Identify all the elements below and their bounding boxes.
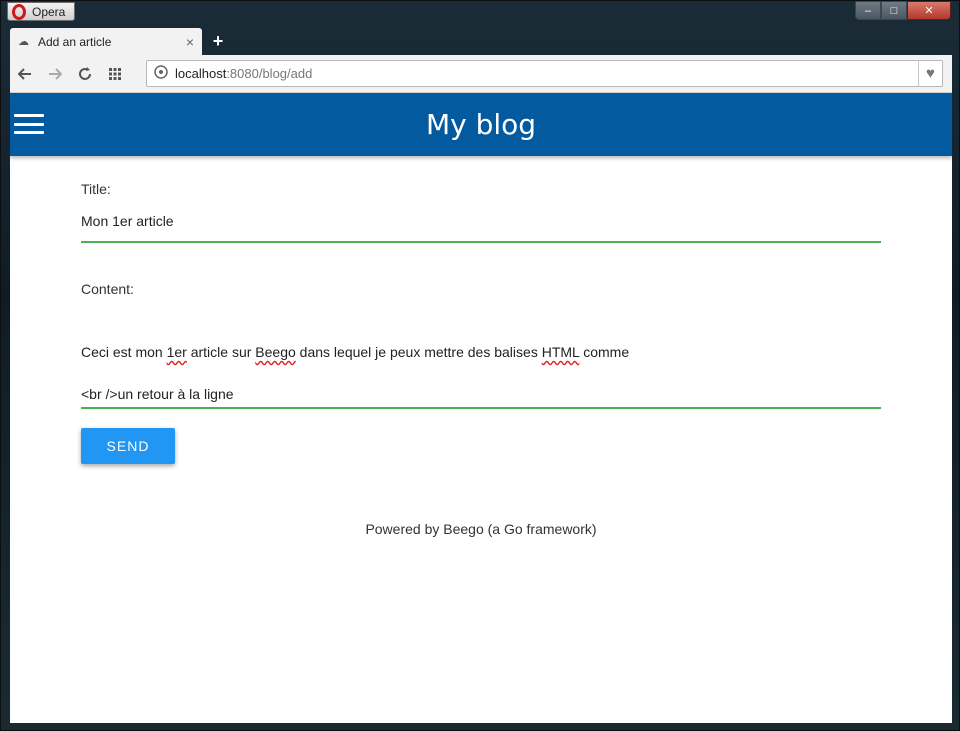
maximize-button[interactable]: □ [881,1,907,20]
url-host: localhost [175,66,227,81]
opera-menu-label: Opera [32,4,66,19]
url-path: :8080/blog/add [226,66,313,81]
footer-text: Powered by Beego (a Go framework) [365,521,597,537]
content-line-2: <br />un retour à la ligne [81,386,234,402]
title-label: Title: [81,181,111,197]
page-title: My blog [425,108,537,141]
content-textarea[interactable]: Ceci est mon 1er article sur Beego dans … [81,321,881,409]
hamburger-menu-icon[interactable] [14,112,44,136]
speed-dial-icon[interactable] [100,59,130,89]
tab-title: Add an article [38,34,112,49]
back-icon[interactable] [10,59,40,89]
send-button[interactable]: SEND [81,428,175,464]
tab-close-icon[interactable]: × [186,34,194,50]
content-label: Content: [81,281,134,297]
tab-add-article[interactable]: ☁ Add an article × [10,28,202,55]
bookmark-heart-icon[interactable]: ♥ [918,61,942,86]
tab-favicon-icon: ☁ [18,35,29,48]
opera-menu-button[interactable]: Opera [7,2,75,21]
web-page: My blog Title: Mon 1er article Content: … [10,93,952,723]
forward-icon[interactable] [40,59,70,89]
site-info-icon[interactable] [147,65,175,82]
close-window-button[interactable]: ✕ [907,1,951,20]
address-bar[interactable]: localhost:8080/blog/add ♥ [146,60,943,87]
window-controls: – □ ✕ [855,1,951,21]
content-line-1: Ceci est mon 1er article sur Beego dans … [81,344,630,360]
opera-logo-icon [12,3,26,20]
app-bar: My blog [10,93,952,156]
reload-icon[interactable] [70,59,100,89]
title-input[interactable]: Mon 1er article [81,211,881,243]
browser-toolbar: localhost:8080/blog/add ♥ [10,55,952,93]
new-tab-button[interactable]: + [209,31,227,51]
browser-window: Opera – □ ✕ ☁ Add an article × + localho… [0,0,960,731]
minimize-button[interactable]: – [855,1,881,20]
